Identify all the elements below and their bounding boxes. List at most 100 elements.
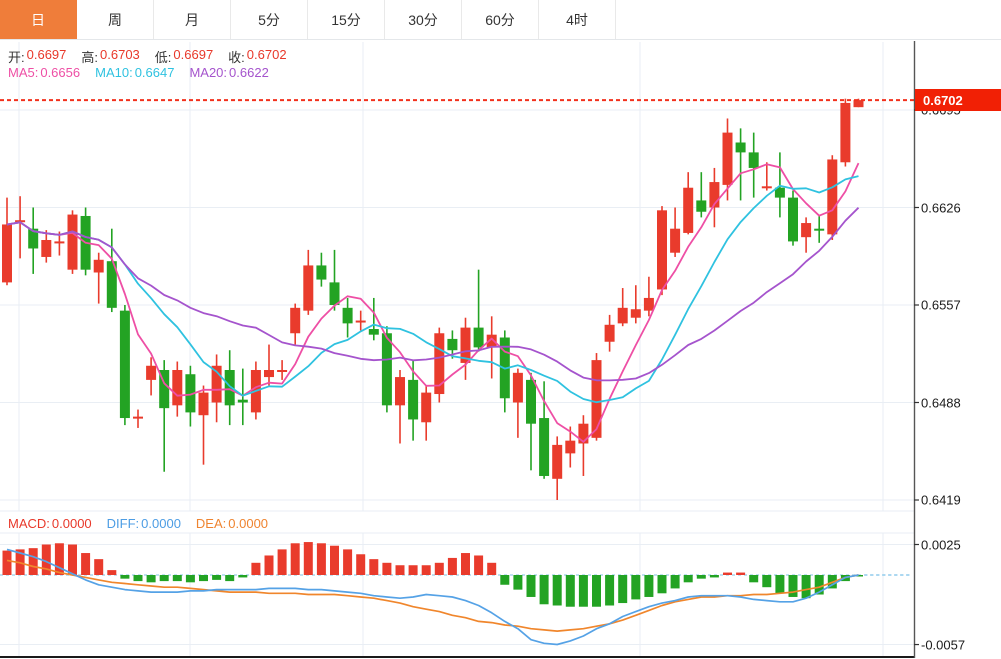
macd-bar (147, 575, 156, 582)
macd-bar (212, 575, 221, 580)
candle-body (330, 282, 340, 305)
macd-bar (107, 570, 116, 575)
candle-body (657, 210, 667, 289)
main-chart-canvas[interactable] (0, 0, 1001, 659)
candle-body (146, 366, 156, 380)
macd-bar (487, 563, 496, 575)
value: 0.6702 (247, 47, 287, 66)
price-tick-label: 0.6419 (921, 493, 961, 508)
candle-body (827, 159, 837, 234)
value: 0.6697 (173, 47, 213, 66)
label: 高: (81, 47, 98, 66)
macd-bar (199, 575, 208, 581)
macd-bar (291, 543, 300, 575)
label: MA5: (8, 65, 38, 80)
label: MA20: (189, 65, 227, 80)
candle-body (618, 308, 628, 324)
value: 0.6697 (27, 47, 67, 66)
macd-bar (81, 553, 90, 575)
candle-body (762, 186, 772, 188)
candle-body (172, 370, 182, 405)
ma-ma20: MA20:0.6622 (189, 65, 268, 80)
macd-bar (94, 559, 103, 575)
macd-bar (68, 545, 77, 576)
macd-bar (278, 549, 287, 575)
macd-bar (422, 565, 431, 575)
candle-body (854, 100, 864, 107)
macd-bar (605, 575, 614, 606)
candle-body (277, 370, 287, 372)
last-price-label: 0.6702 (915, 89, 1001, 111)
candle-body (696, 200, 706, 211)
ohlc-open: 开:0.6697 (8, 47, 66, 66)
macd-info-row: MACD:0.0000DIFF:0.0000DEA:0.0000 (8, 516, 268, 531)
candle-body (814, 229, 824, 231)
macd-diff: DIFF:0.0000 (107, 516, 181, 531)
candle-body (356, 321, 366, 323)
value: 0.6703 (100, 47, 140, 66)
candle-body (565, 441, 575, 454)
macd-bar (749, 575, 758, 582)
macd-bar (631, 575, 640, 599)
candle-body (631, 309, 641, 317)
macd-bar (802, 575, 811, 598)
macd-bar (343, 549, 352, 575)
diff-line (7, 549, 859, 644)
candle-body (264, 370, 274, 377)
macd-bar (553, 575, 562, 606)
candle-body (343, 308, 353, 324)
trading-chart-app: 日周月5分15分30分60分4时 开:0.6697高:0.6703低:0.669… (0, 0, 1001, 659)
ma-info-row: MA5:0.6656 MA10:0.6647 MA20:0.6622 (8, 65, 269, 80)
candle-body (474, 328, 484, 348)
macd-bar (540, 575, 549, 604)
ohlc-low: 低:0.6697 (155, 47, 213, 66)
candle-body (421, 393, 431, 423)
ma-ma10: MA10:0.6647 (95, 65, 174, 80)
candle-body (552, 445, 562, 479)
macd-bar (527, 575, 536, 597)
macd-bar (500, 575, 509, 585)
ma-ma5: MA5:0.6656 (8, 65, 80, 80)
value: 0.0000 (228, 516, 268, 531)
candle-body (408, 380, 418, 420)
macd-bar (435, 563, 444, 575)
macd-bar (658, 575, 667, 593)
macd-bar (173, 575, 182, 581)
ohlc-info-row: 开:0.6697高:0.6703低:0.6697收:0.6702 (8, 47, 287, 66)
macd-bar (160, 575, 169, 581)
value: 0.6647 (135, 65, 175, 80)
candles-layer (2, 99, 864, 500)
candle-body (94, 260, 104, 273)
macd-bar (566, 575, 575, 607)
candle-body (513, 373, 523, 403)
macd-bar (618, 575, 627, 603)
macd-bar (592, 575, 601, 607)
macd-bar (330, 546, 339, 575)
candle-body (736, 143, 746, 153)
candle-body (801, 223, 811, 237)
macd-bar (317, 543, 326, 575)
candle-body (670, 229, 680, 253)
macd-bar (29, 548, 38, 575)
macd-macd: MACD:0.0000 (8, 516, 92, 531)
candle-body (592, 360, 602, 438)
value: 0.0000 (52, 516, 92, 531)
macd-bar (186, 575, 195, 582)
label: MA10: (95, 65, 133, 80)
price-tick-label: 0.6488 (921, 395, 961, 410)
macd-bar (304, 542, 313, 575)
macd-bar (120, 575, 129, 579)
price-tick-label: 0.6557 (921, 298, 961, 313)
macd-bar (251, 563, 260, 575)
macd-bar (265, 555, 274, 575)
candle-body (68, 215, 78, 270)
candle-body (840, 103, 850, 162)
macd-bar (775, 575, 784, 593)
macd-bar (369, 559, 378, 575)
candle-body (605, 325, 615, 342)
price-tick-label: 0.6626 (921, 200, 961, 215)
macd-bar (513, 575, 522, 590)
value: 0.6656 (40, 65, 80, 80)
label: DIFF: (107, 516, 140, 531)
candle-body (54, 241, 64, 243)
